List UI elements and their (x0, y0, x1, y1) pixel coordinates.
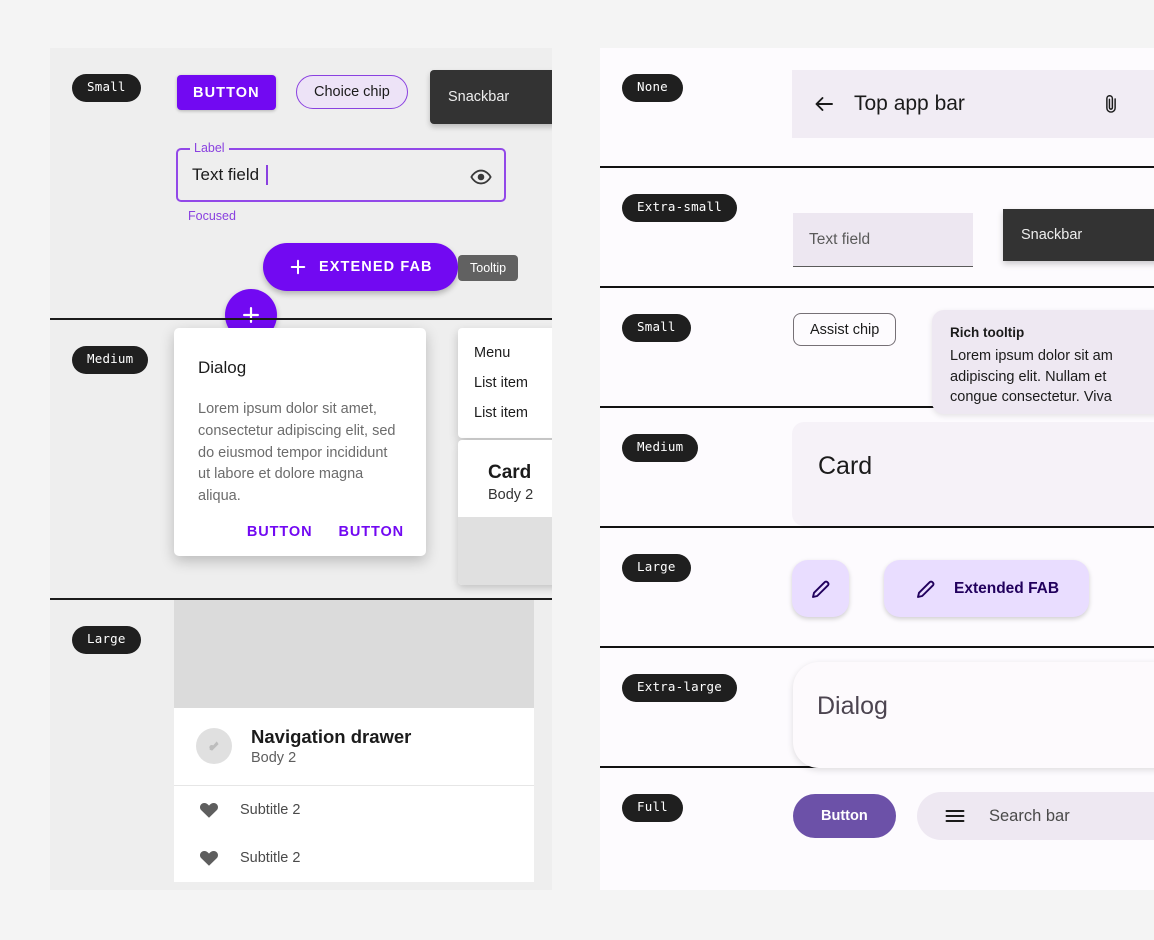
drawer-list-item[interactable]: Subtitle 2 (174, 834, 534, 882)
right-row-full: Full Button Search bar (600, 768, 1154, 890)
text-field-placeholder: Text field (809, 230, 871, 248)
search-bar[interactable]: Search bar (917, 792, 1154, 840)
drawer-account-header[interactable]: Navigation drawer Body 2 (174, 708, 534, 786)
menu[interactable]: Menu List item List item (458, 328, 552, 438)
rich-tooltip-body: Lorem ipsum dolor sit am adipiscing elit… (950, 346, 1154, 408)
snackbar-label: Snackbar (448, 89, 510, 105)
floating-action-button[interactable] (792, 560, 849, 617)
drawer-list-item[interactable]: Subtitle 2 (174, 786, 534, 834)
size-badge-medium: Medium (72, 346, 149, 374)
choice-chip[interactable]: Choice chip (296, 75, 408, 109)
left-panel: Small BUTTON Choice chip Snackbar Label … (50, 48, 552, 890)
rich-tooltip: Rich tooltip Lorem ipsum dolor sit am ad… (932, 310, 1154, 414)
right-row-small: Small Assist chip Rich tooltip Lorem ips… (600, 288, 1154, 414)
snackbar: Snackbar (430, 70, 552, 124)
dialog-actions: BUTTON BUTTON (247, 524, 404, 540)
card-title: Card (488, 462, 532, 483)
assist-chip[interactable]: Assist chip (793, 313, 897, 346)
drawer-subtitle: Body 2 (251, 750, 297, 766)
text-cursor (266, 165, 268, 185)
plus-icon (288, 257, 308, 277)
size-badge-full: Full (622, 794, 683, 822)
text-field-value: Text field (192, 165, 260, 184)
size-badge-small: Small (622, 314, 691, 342)
size-badge-small: Small (72, 74, 141, 102)
drawer-list-item-label: Subtitle 2 (240, 802, 301, 818)
outlined-text-field[interactable]: Label Text field Focused (176, 141, 506, 223)
filled-button[interactable]: BUTTON (177, 75, 276, 110)
assist-chip-label: Assist chip (810, 321, 880, 338)
drawer-title: Navigation drawer (251, 726, 412, 747)
size-badge-extra-large: Extra-large (622, 674, 737, 702)
top-app-bar-title: Top app bar (854, 92, 965, 115)
avatar (196, 728, 232, 764)
filled-text-field[interactable]: Text field (793, 213, 973, 267)
dialog-button-2[interactable]: BUTTON (338, 524, 404, 540)
search-bar-placeholder: Search bar (989, 806, 1070, 825)
drawer-list-item-label: Subtitle 2 (240, 850, 301, 866)
pencil-icon (914, 577, 938, 601)
right-row-medium: Medium Card (600, 408, 1154, 528)
size-badge-medium: Medium (622, 434, 699, 462)
heart-icon (198, 847, 220, 869)
right-row-extra-small: Extra-small Text field Snackbar (600, 168, 1154, 288)
right-row-large: Large Extended FAB (600, 528, 1154, 648)
card-text: Card Body 2 (458, 440, 552, 517)
snackbar-label: Snackbar (1021, 227, 1083, 243)
menu-header[interactable]: Menu (458, 338, 552, 368)
arrow-left-icon[interactable] (812, 92, 836, 116)
right-row-extra-large: Extra-large Dialog (600, 648, 1154, 768)
dialog: Dialog Lorem ipsum dolor sit amet, conse… (174, 328, 426, 556)
card-title: Card (818, 452, 873, 480)
extended-fab[interactable]: EXTENED FAB (263, 243, 458, 291)
size-badge-none: None (622, 74, 683, 102)
text-field-box[interactable]: Label Text field (176, 141, 506, 202)
tooltip-label: Tooltip (470, 261, 507, 275)
extended-fab[interactable]: Extended FAB (884, 560, 1090, 617)
dialog-button-1[interactable]: BUTTON (247, 524, 313, 540)
dialog: Dialog (793, 662, 1154, 768)
right-row-none: None Top app bar (600, 48, 1154, 168)
size-badge-large: Large (622, 554, 691, 582)
top-app-bar: Top app bar (792, 70, 1154, 138)
extended-fab-label: Extended FAB (954, 579, 1060, 597)
size-badge-large: Large (72, 626, 141, 654)
dialog-title: Dialog (198, 358, 247, 377)
pencil-icon (809, 577, 833, 601)
text-field-label: Label (190, 141, 229, 155)
hamburger-icon[interactable] (943, 804, 967, 828)
card-body: Body 2 (488, 487, 534, 503)
size-badge-extra-small: Extra-small (622, 194, 737, 222)
drawer-account-text: Navigation drawer Body 2 (251, 726, 411, 766)
choice-chip-label: Choice chip (314, 84, 390, 100)
extended-fab-label: EXTENED FAB (319, 259, 433, 275)
rich-tooltip-title: Rich tooltip (950, 325, 1025, 340)
rich-tooltip-body-line: Lorem ipsum dolor sit am (950, 348, 1113, 364)
attachment-icon[interactable] (1100, 93, 1122, 115)
left-row-large: Large Navigation drawer Body 2 Subtitle … (50, 600, 552, 888)
menu-item-1[interactable]: List item (458, 368, 552, 398)
eye-icon[interactable] (470, 166, 492, 188)
rich-tooltip-body-line: congue consectetur. Viva (950, 389, 1112, 406)
dialog-body: Lorem ipsum dolor sit amet, consectetur … (198, 401, 396, 504)
card-media (458, 517, 552, 585)
rich-tooltip-body-line: adipiscing elit. Nullam et (950, 368, 1107, 385)
menu-item-2[interactable]: List item (458, 398, 552, 428)
snackbar: Snackbar (1003, 209, 1154, 261)
plain-tooltip: Tooltip (458, 255, 519, 281)
card[interactable]: Card Body 2 (458, 440, 552, 585)
card[interactable]: Card (792, 422, 1154, 526)
drawer-header-image (174, 600, 534, 708)
heart-icon (198, 799, 220, 821)
dialog-title: Dialog (817, 692, 888, 720)
filled-button[interactable]: Button (793, 794, 896, 838)
left-row-small: Small BUTTON Choice chip Snackbar Label … (50, 48, 552, 341)
text-field-helper-text: Focused (188, 209, 236, 223)
navigation-drawer: Navigation drawer Body 2 Subtitle 2 Subt… (174, 600, 534, 882)
right-panel: None Top app bar Extra-small Text field … (600, 48, 1154, 890)
left-row-medium: Medium Dialog Lorem ipsum dolor sit amet… (50, 320, 552, 600)
